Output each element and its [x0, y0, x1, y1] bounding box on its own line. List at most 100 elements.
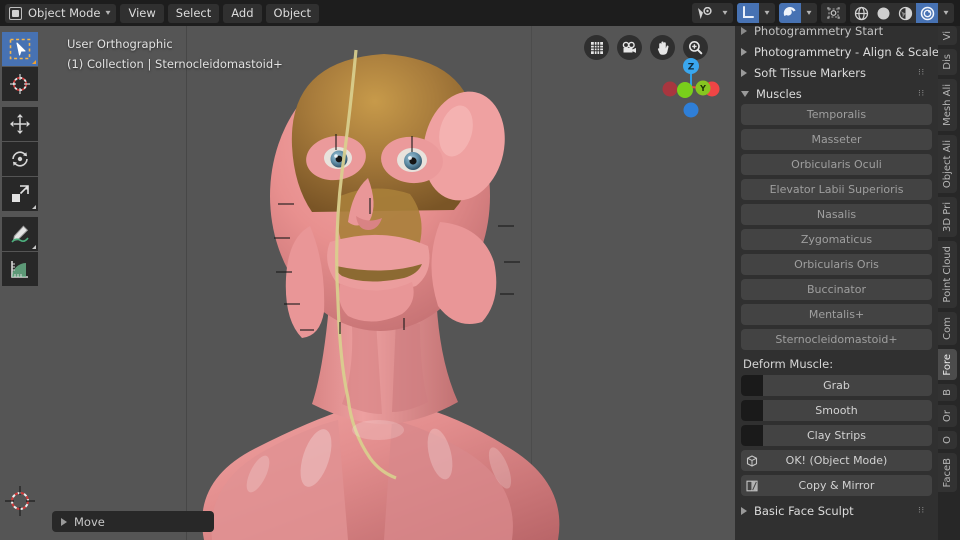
n-panel-sidebar[interactable]: Photogrammetry Start Photogrammetry - Al… [735, 26, 938, 540]
muscle-button-sternocleidomastoid[interactable]: Sternocleidomastoid+ [741, 329, 932, 350]
sidebar-tab-mesh-align[interactable]: Mesh Ali [938, 79, 957, 132]
rotate-tool[interactable] [2, 142, 38, 176]
menu-add[interactable]: Add [223, 3, 262, 23]
transform-orientation-group: ▾ [737, 3, 775, 23]
brush-grab-label: Grab [823, 379, 850, 392]
shading-mode-group: ▾ [850, 3, 954, 23]
transform-orientation-dropdown[interactable]: ▾ [759, 3, 775, 23]
sidebar-tab-3d-print[interactable]: 3D Pri [938, 197, 957, 238]
proportional-edit-group [821, 3, 846, 23]
tool-variant-corner [32, 245, 36, 249]
sidebar-tab-strip: Vi Dis Mesh Ali Object Ali 3D Pri Point … [938, 26, 960, 540]
anatomy-head-model[interactable] [0, 26, 735, 540]
proportional-editing-icon[interactable] [821, 3, 846, 23]
muscle-button-buccinator[interactable]: Buccinator [741, 279, 932, 300]
cursor-tool[interactable] [2, 67, 38, 101]
transform-orientation-icon[interactable] [737, 3, 759, 23]
sidebar-tab-com[interactable]: Com [938, 311, 957, 345]
visibility-dropdown[interactable]: ▾ [717, 3, 733, 23]
sidebar-tab-object-align[interactable]: Object Ali [938, 135, 957, 194]
brush-clay-strips-thumb [741, 425, 763, 446]
scale-tool[interactable] [2, 177, 38, 211]
soft-tissue-markers-panel[interactable]: Soft Tissue Markers ⁝⁝ [735, 62, 938, 83]
sidebar-tab-or[interactable]: Or [938, 405, 957, 428]
chevron-right-icon [741, 47, 747, 56]
copy-and-mirror-label: Copy & Mirror [798, 479, 875, 492]
tool-variant-corner [32, 205, 36, 209]
shading-solid-icon[interactable] [872, 3, 894, 23]
sidebar-tab-faceb[interactable]: FaceB [938, 452, 957, 493]
panel-drag-grip[interactable]: ⁝⁝ [918, 68, 932, 77]
sidebar-tab-o[interactable]: O [938, 431, 957, 449]
header-right-group: ▾ ▾ ▾ ▾ [692, 3, 960, 23]
photogrammetry-align-scale-panel[interactable]: Photogrammetry - Align & Scale [735, 41, 938, 62]
menu-object[interactable]: Object [265, 3, 319, 23]
muscle-button-elevator-labii-superioris[interactable]: Elevator Labii Superioris [741, 179, 932, 200]
sidebar-tab-forensic[interactable]: Fore [938, 348, 957, 381]
basic-face-sculpt-panel[interactable]: Basic Face Sculpt ⁝⁝ [735, 500, 938, 521]
shading-wireframe-icon[interactable] [850, 3, 872, 23]
chevron-down-icon: ▾ [105, 8, 111, 17]
viewport-header: Object Mode ▾ View Select Add Object ▾ ▾… [0, 0, 960, 26]
brush-grab-thumb [741, 375, 763, 396]
visibility-icon[interactable] [692, 3, 717, 23]
chevron-right-icon [741, 26, 747, 35]
move-tool[interactable] [2, 107, 38, 141]
panel-label: Photogrammetry Start [754, 26, 884, 38]
mode-selector-dropdown[interactable]: Object Mode ▾ [5, 3, 117, 23]
sidebar-tab-point-cloud[interactable]: Point Cloud [938, 241, 957, 308]
panel-drag-grip[interactable]: ⁝⁝ [918, 506, 932, 515]
muscle-button-orbicularis-oculi[interactable]: Orbicularis Oculi [741, 154, 932, 175]
muscle-button-list: Temporalis Masseter Orbicularis Oculi El… [735, 104, 938, 350]
header-left-group: Object Mode ▾ View Select Add Object [0, 3, 319, 23]
annotate-tool[interactable] [2, 217, 38, 251]
svg-text:Z: Z [688, 62, 695, 72]
mode-selector-label: Object Mode [28, 6, 101, 20]
cube-icon [741, 450, 763, 471]
toggle-grid-button[interactable] [584, 35, 609, 60]
copy-and-mirror-button[interactable]: Copy & Mirror [741, 475, 932, 496]
muscle-button-temporalis[interactable]: Temporalis [741, 104, 932, 125]
brush-smooth-thumb [741, 400, 763, 421]
mirror-icon [741, 475, 763, 496]
brush-smooth-button[interactable]: Smooth [741, 400, 932, 421]
view-axis-gizmo[interactable]: Z Y [660, 56, 722, 118]
shading-material-preview-icon[interactable] [894, 3, 916, 23]
muscles-panel[interactable]: Muscles ⁝⁝ [735, 83, 938, 104]
brush-clay-strips-button[interactable]: Clay Strips [741, 425, 932, 446]
menu-select[interactable]: Select [167, 3, 220, 23]
brush-smooth-label: Smooth [815, 404, 858, 417]
sidebar-tab-b[interactable]: B [938, 384, 957, 402]
muscle-button-orbicularis-oris[interactable]: Orbicularis Oris [741, 254, 932, 275]
menu-view[interactable]: View [120, 3, 164, 23]
snap-magnet-icon[interactable] [779, 3, 801, 23]
muscle-button-masseter[interactable]: Masseter [741, 129, 932, 150]
snapping-group: ▾ [779, 3, 817, 23]
sidebar-tab-display[interactable]: Dis [938, 49, 957, 76]
panel-drag-grip[interactable]: ⁝⁝ [918, 89, 932, 98]
viewport-toolbar [2, 32, 38, 286]
panel-label: Photogrammetry - Align & Scale [754, 44, 938, 59]
3d-viewport[interactable]: User Orthographic (1) Collection | Stern… [0, 26, 735, 540]
tool-variant-corner [32, 60, 36, 64]
muscle-button-mentalis[interactable]: Mentalis+ [741, 304, 932, 325]
deform-muscle-label: Deform Muscle: [743, 357, 834, 371]
sidebar-tab-view[interactable]: Vi [938, 26, 957, 46]
svg-text:Y: Y [699, 84, 706, 93]
muscle-button-nasalis[interactable]: Nasalis [741, 204, 932, 225]
shading-dropdown[interactable]: ▾ [938, 3, 954, 23]
photogrammetry-start-panel[interactable]: Photogrammetry Start [735, 26, 938, 41]
operator-name: Move [74, 514, 105, 529]
shading-rendered-icon[interactable] [916, 3, 938, 23]
tweak-select-box-tool[interactable] [2, 32, 38, 66]
object-mode-confirm-button[interactable]: OK! (Object Mode) [741, 450, 932, 471]
brush-grab-button[interactable]: Grab [741, 375, 932, 396]
muscle-button-zygomaticus[interactable]: Zygomaticus [741, 229, 932, 250]
brush-clay-strips-label: Clay Strips [806, 429, 867, 442]
visibility-group: ▾ [692, 3, 733, 23]
measure-tool[interactable] [2, 252, 38, 286]
snap-dropdown[interactable]: ▾ [801, 3, 817, 23]
operator-redo-panel[interactable]: Move [52, 511, 214, 532]
object-mode-confirm-label: OK! (Object Mode) [785, 454, 888, 467]
toggle-camera-button[interactable] [617, 35, 642, 60]
